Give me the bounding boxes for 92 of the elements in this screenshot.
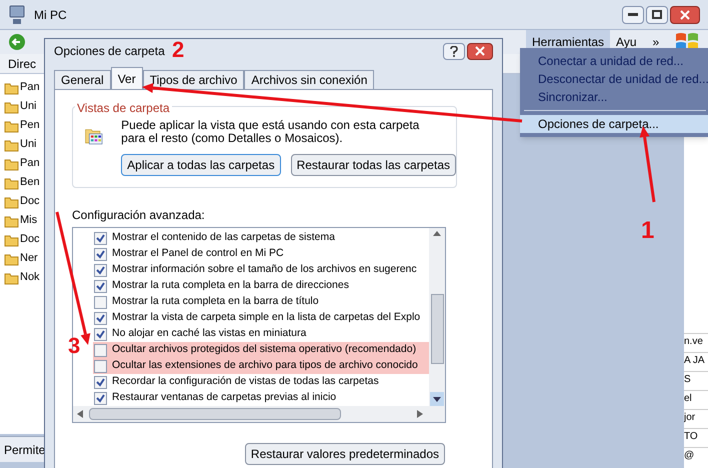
restore-defaults-button[interactable]: Restaurar valores predeterminados [244, 443, 445, 465]
right-arrow-icon[interactable] [417, 410, 423, 418]
sidebar-item[interactable]: Ner [20, 250, 38, 267]
minimize-button[interactable] [622, 6, 644, 24]
folder-icon [4, 252, 19, 266]
computer-icon [8, 4, 26, 24]
close-icon [475, 46, 485, 56]
scroll-thumb[interactable] [89, 408, 341, 420]
scroll-thumb[interactable] [430, 294, 444, 364]
more-chevron[interactable]: » [652, 33, 660, 51]
checkbox[interactable] [94, 280, 107, 292]
text-fragment: A JA [684, 352, 708, 371]
setting-row[interactable]: Mostrar la ruta completa en la barra de direcciones [93, 278, 429, 294]
left-arrow-icon[interactable] [77, 410, 83, 418]
action-button[interactable]: Aplicar a todas las carpetas [121, 154, 281, 176]
sidebar-item[interactable]: Doc [20, 231, 40, 248]
setting-label: Recordar la configuración de vistas de todas las carpetas [112, 374, 379, 390]
folder-icon [4, 194, 19, 208]
action-button[interactable]: Restaurar todas las carpetas [290, 154, 456, 176]
help-button[interactable] [443, 42, 465, 60]
sidebar-item[interactable]: Pan [20, 79, 40, 96]
window-title: Mi PC [34, 6, 67, 24]
close-button[interactable] [467, 42, 493, 60]
sidebar-item[interactable]: Nok [20, 269, 40, 286]
folder-icon [4, 100, 19, 114]
checkbox[interactable] [94, 232, 107, 244]
setting-label: Mostrar el contenido de las carpetas de sistema [112, 230, 335, 246]
text-fragment: el [684, 390, 708, 409]
sidebar-item[interactable]: Uni [20, 136, 37, 153]
maximize-button[interactable] [646, 6, 668, 24]
menu-option[interactable]: Sincronizar... [520, 88, 708, 106]
sidebar-item[interactable]: Doc [20, 193, 40, 210]
menu-option[interactable]: Desconectar de unidad de red... [520, 70, 708, 88]
text-fragment: jor [684, 409, 708, 428]
checkbox[interactable] [94, 344, 107, 356]
setting-label: Mostrar la ruta completa en la barra de direcciones [112, 278, 349, 294]
text-fragment: n.ve [684, 333, 708, 352]
folder-icon [4, 118, 19, 132]
menu-option[interactable]: Opciones de carpeta... [520, 115, 708, 133]
folder-icon [4, 176, 19, 190]
text-fragment: @ [684, 447, 708, 466]
setting-label: No alojar en caché las vistas en miniatura [112, 326, 306, 342]
folder-icon [4, 138, 19, 152]
checkbox[interactable] [94, 360, 107, 372]
checkbox[interactable] [94, 312, 107, 324]
text-fragment: TO [684, 428, 708, 447]
checkbox[interactable] [94, 264, 107, 276]
sidebar-item[interactable]: Ben [20, 174, 40, 191]
folder-icon [4, 232, 19, 246]
status-text: Permite [4, 442, 46, 458]
sidebar-item[interactable]: Pan [20, 155, 40, 172]
checkbox[interactable] [94, 328, 107, 340]
sidebar-item[interactable]: Uni [20, 98, 37, 115]
tab[interactable]: Ver [110, 67, 143, 89]
help-icon [450, 46, 458, 56]
text-fragment: S [684, 371, 708, 390]
minimize-icon [628, 12, 638, 16]
annotation-number: 3 [68, 334, 80, 358]
setting-row[interactable]: Mostrar el Panel de control en Mi PC [93, 246, 429, 262]
setting-row[interactable]: No alojar en caché las vistas en miniatura [93, 326, 429, 342]
sidebar-item[interactable]: Pen [20, 117, 40, 134]
checkbox[interactable] [94, 296, 107, 308]
folder-icon [4, 156, 19, 170]
setting-row[interactable]: Recordar la configuración de vistas de todas las carpetas [93, 374, 429, 390]
dialog-title: Opciones de carpeta [54, 43, 165, 60]
maximize-icon [652, 10, 662, 19]
folder-icon [4, 270, 19, 284]
setting-label: Mostrar la ruta completa en la barra de título [112, 294, 319, 310]
setting-label: Restaurar ventanas de carpetas previas al inicio [112, 390, 336, 406]
description-text: Puede aplicar la vista que está usando con esta carpeta para el resto (como Detalles o Mosaicos). [121, 119, 420, 145]
sidebar-item[interactable]: Mis [20, 212, 38, 229]
tab[interactable]: Tipos de archivo [142, 70, 244, 89]
address-label: Direc [8, 56, 36, 72]
tab[interactable]: Archivos sin conexión [244, 70, 374, 89]
tab[interactable]: General [54, 70, 111, 89]
folder-icon [4, 214, 19, 228]
horizontal-scrollbar[interactable] [73, 406, 445, 422]
annotation-number: 2 [172, 38, 184, 62]
close-button[interactable] [670, 6, 700, 24]
folder-icon [4, 80, 19, 94]
setting-row[interactable]: Mostrar la ruta completa en la barra de título [93, 294, 429, 310]
annotation-number: 1 [641, 218, 654, 244]
setting-label: Mostrar el Panel de control en Mi PC [112, 246, 284, 262]
checkbox[interactable] [94, 376, 107, 388]
menu-option[interactable]: Conectar a unidad de red... [520, 52, 708, 70]
setting-row[interactable]: Mostrar el contenido de las carpetas de sistema [93, 230, 429, 246]
close-icon [680, 10, 690, 20]
checkbox[interactable] [94, 392, 107, 404]
vertical-scrollbar[interactable] [429, 228, 445, 406]
section-label: Configuración avanzada: [72, 207, 206, 224]
setting-row[interactable]: Restaurar ventanas de carpetas previas al inicio [93, 390, 429, 406]
checkbox[interactable] [94, 248, 107, 260]
